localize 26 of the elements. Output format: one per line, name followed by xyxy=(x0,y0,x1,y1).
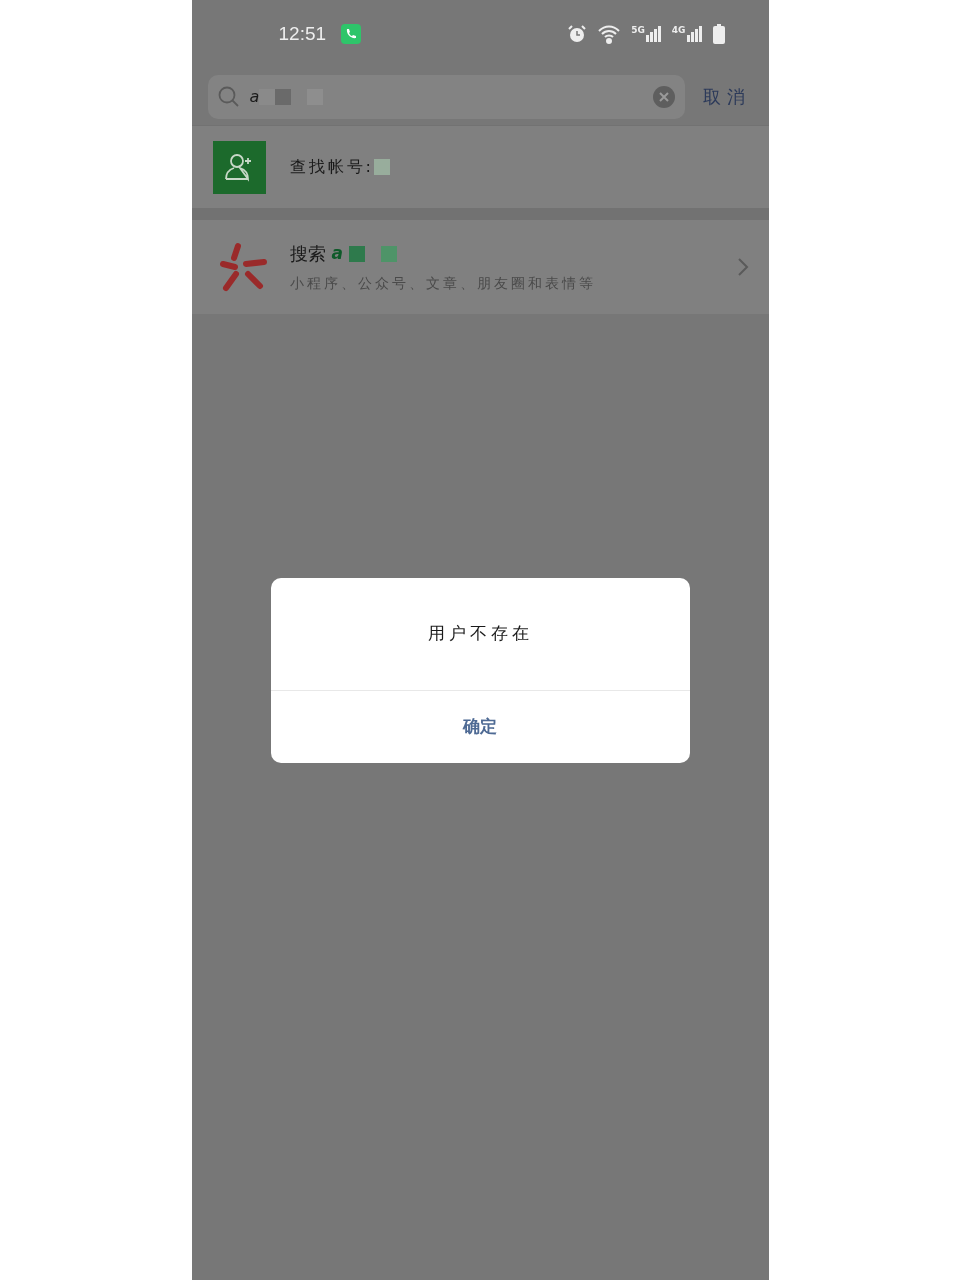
call-icon xyxy=(341,24,362,44)
mosaic-icon xyxy=(373,159,390,175)
add-contact-icon xyxy=(212,140,266,194)
network-label: 4G xyxy=(671,26,686,35)
battery-icon xyxy=(712,24,725,44)
mosaic-icon xyxy=(259,88,324,105)
signal-icon xyxy=(645,26,662,42)
search-field[interactable]: a xyxy=(207,74,685,119)
chevron-right-icon xyxy=(736,257,749,277)
network-label: 5G xyxy=(631,26,645,35)
search-value: a xyxy=(249,85,260,108)
signal-icon xyxy=(686,26,703,42)
search-query: a xyxy=(331,241,343,265)
mosaic-icon xyxy=(349,245,397,262)
alarm-icon xyxy=(567,24,588,44)
wifi-icon xyxy=(597,24,622,44)
confirm-button[interactable]: 确定 xyxy=(270,691,690,763)
clear-icon[interactable] xyxy=(652,85,675,108)
asterisk-logo-icon xyxy=(217,242,268,292)
find-account-label: 查找帐号: xyxy=(289,156,374,178)
find-account-row[interactable]: 查找帐号: xyxy=(191,126,769,208)
dialog-message: 用户不存在 xyxy=(427,622,533,646)
cancel-button[interactable]: 取消 xyxy=(702,83,751,110)
search-icon xyxy=(217,85,240,108)
search-title: 搜索 xyxy=(289,242,326,266)
status-time: 12:51 xyxy=(278,21,327,46)
